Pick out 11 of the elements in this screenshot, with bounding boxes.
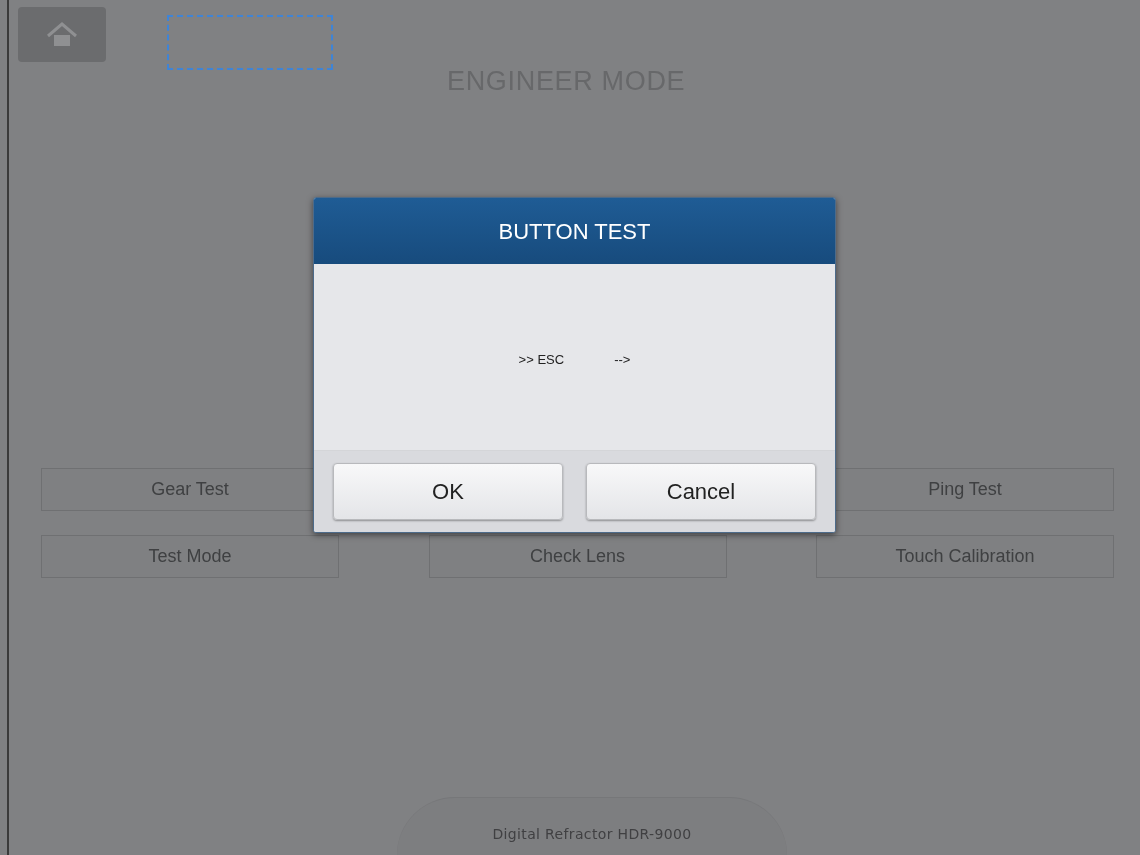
home-icon [45, 21, 79, 48]
dialog-title: BUTTON TEST [498, 217, 651, 246]
home-button[interactable] [18, 7, 106, 62]
menu-button[interactable]: Touch Calibration [816, 535, 1114, 578]
dialog-message: >> ESC [518, 351, 565, 370]
ok-button[interactable]: OK [333, 463, 563, 520]
model-name: Digital Refractor HDR-9000 [492, 825, 692, 844]
menu-button[interactable]: Test Mode [41, 535, 339, 578]
menu-button[interactable]: Check Lens [428, 535, 727, 578]
dialog-message: --> [614, 351, 631, 370]
cancel-button[interactable]: Cancel [586, 463, 816, 520]
